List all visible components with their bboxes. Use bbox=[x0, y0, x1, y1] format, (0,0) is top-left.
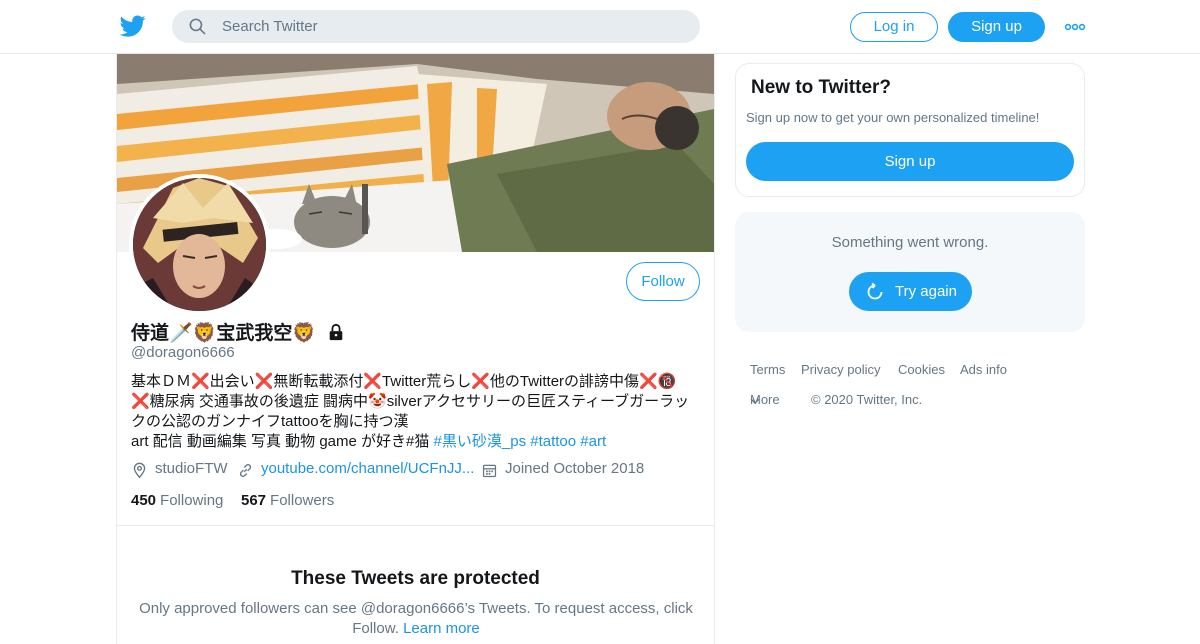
hashtag-link[interactable]: #黒い砂漠_ps bbox=[434, 433, 527, 450]
error-card: Something went wrong. Try again bbox=[735, 212, 1085, 332]
footer-copyright: © 2020 Twitter, Inc. bbox=[811, 392, 923, 407]
bio-line: 基本ＤＭ❌出会い❌無断転載添付❌Twitter荒らし❌他のTwitterの誹謗中… bbox=[131, 373, 677, 390]
bio-line-last: art 配信 動画編集 写真 動物 game が好き#猫 #黒い砂漠_ps #t… bbox=[131, 432, 703, 452]
refresh-icon bbox=[867, 282, 883, 300]
calendar-icon bbox=[482, 464, 497, 478]
hashtag-link[interactable]: #tattoo bbox=[530, 433, 576, 450]
protected-lock-icon bbox=[329, 323, 343, 341]
followers-stat[interactable]: 567 Followers bbox=[241, 492, 334, 509]
try-again-label: Try again bbox=[895, 283, 957, 300]
login-button[interactable]: Log in bbox=[850, 12, 938, 42]
profile-avatar[interactable] bbox=[129, 174, 270, 315]
protected-tweets-title: These Tweets are protected bbox=[291, 568, 540, 589]
protected-tweets-message: Only approved followers can see @doragon… bbox=[131, 599, 701, 639]
error-message: Something went wrong. bbox=[831, 234, 989, 251]
signup-button[interactable]: Sign up bbox=[948, 12, 1045, 42]
bio-line-text: art 配信 動画編集 写真 動物 game が好き#猫 bbox=[131, 433, 434, 450]
footer-ads-info-link[interactable]: Ads info bbox=[960, 362, 1007, 377]
profile-handle: @doragon6666 bbox=[131, 344, 235, 361]
footer-more-label: More bbox=[750, 392, 780, 407]
top-navigation-bar: Log in Sign up bbox=[0, 0, 1200, 54]
twitter-bird-logo-icon[interactable] bbox=[120, 13, 146, 39]
location-text: studioFTW bbox=[155, 460, 228, 477]
footer-privacy-link[interactable]: Privacy policy bbox=[801, 362, 880, 377]
search-input[interactable] bbox=[222, 10, 682, 43]
sidebar-signup-button[interactable]: Sign up bbox=[746, 142, 1074, 181]
footer-terms-link[interactable]: Terms bbox=[750, 362, 785, 377]
search-box[interactable] bbox=[172, 10, 700, 43]
following-count: 450 bbox=[131, 492, 157, 509]
joined-date-text: Joined October 2018 bbox=[505, 460, 645, 477]
more-options-icon[interactable] bbox=[1064, 18, 1086, 36]
sidebar-footer: Terms Privacy policy Cookies Ads info Mo… bbox=[750, 362, 1090, 422]
footer-cookies-link[interactable]: Cookies bbox=[898, 362, 945, 377]
section-divider bbox=[117, 525, 714, 526]
footer-more-menu[interactable]: More bbox=[750, 392, 780, 407]
new-to-twitter-card: New to Twitter? Sign up now to get your … bbox=[735, 63, 1085, 197]
card-subtitle: Sign up now to get your own personalized… bbox=[746, 110, 1040, 125]
followers-label: Followers bbox=[270, 492, 335, 509]
profile-meta: studioFTW youtube.com/channel/UCFnJJ... … bbox=[131, 460, 701, 480]
bio-line: ❌糖尿病 交通事故の後遺症 闘病中🤡silverアクセサリーの巨匠スティーブガー… bbox=[131, 393, 690, 410]
follow-button[interactable]: Follow bbox=[626, 262, 700, 301]
profile-column: Follow 侍道🗡️🦁宝武我空🦁 @doragon6666 基本ＤＭ❌出会い❌… bbox=[116, 54, 715, 644]
profile-display-name: 侍道🗡️🦁宝武我空🦁 bbox=[131, 318, 345, 345]
bio-line: クの公認のガンナイフtattooを胸に持つ漢 bbox=[131, 413, 409, 430]
following-label: Following bbox=[160, 492, 224, 509]
try-again-button[interactable]: Try again bbox=[849, 272, 972, 311]
hashtag-link[interactable]: #art bbox=[580, 433, 606, 450]
profile-bio: 基本ＤＭ❌出会い❌無断転載添付❌Twitter荒らし❌他のTwitterの誹謗中… bbox=[131, 372, 703, 452]
following-stat[interactable]: 450 Following bbox=[131, 492, 223, 509]
link-icon bbox=[239, 464, 252, 477]
location-pin-icon bbox=[133, 462, 146, 479]
website-link[interactable]: youtube.com/channel/UCFnJJ... bbox=[261, 460, 474, 477]
display-name-text: 侍道🗡️🦁宝武我空🦁 bbox=[131, 323, 316, 344]
card-title: New to Twitter? bbox=[751, 77, 892, 98]
search-icon bbox=[189, 18, 206, 35]
followers-count: 567 bbox=[241, 492, 267, 509]
learn-more-link[interactable]: Learn more bbox=[403, 620, 480, 637]
